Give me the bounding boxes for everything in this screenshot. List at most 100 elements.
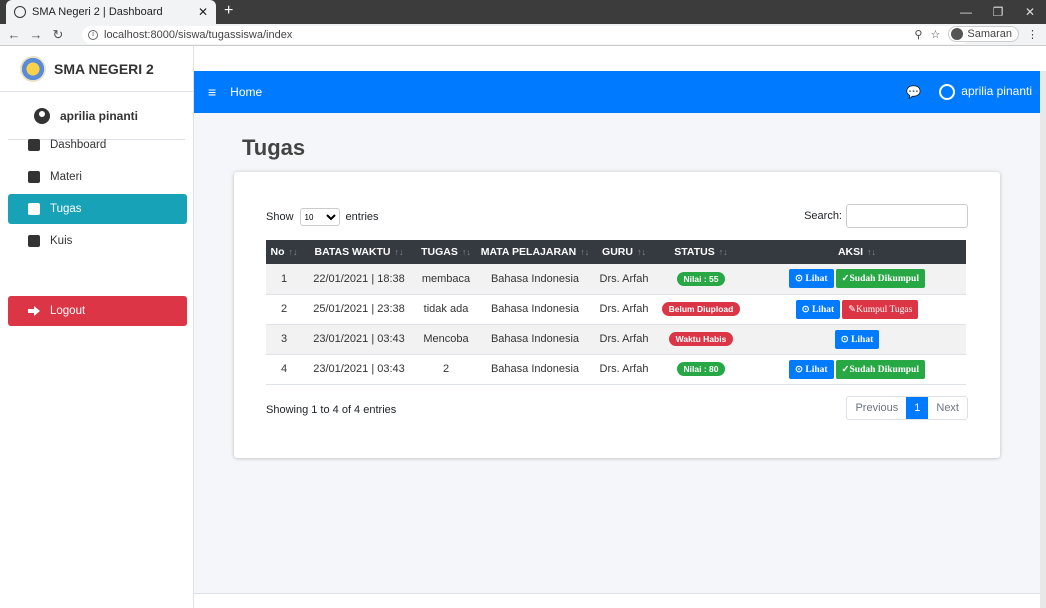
zoom-icon[interactable]: ⚲ — [914, 28, 922, 41]
sidebar-item-materi[interactable]: Materi — [8, 162, 187, 192]
sidebar-nav: Dashboard Materi Tugas Kuis — [8, 130, 187, 258]
chat-icon[interactable]: 💬 — [906, 85, 921, 99]
cell-no: 4 — [266, 354, 302, 385]
search-label: Search: — [804, 210, 842, 222]
search-input[interactable] — [846, 204, 968, 228]
brand[interactable]: SMA NEGERI 2 — [0, 46, 193, 92]
back-icon[interactable]: ← — [6, 27, 22, 42]
sidebar-item-label: Tugas — [50, 203, 82, 215]
star-icon[interactable]: ☆ — [930, 28, 940, 41]
sort-icon: ↑↓ — [867, 247, 877, 257]
lihat-button[interactable]: ⊙ Lihat — [795, 299, 841, 319]
next-button[interactable]: Next — [928, 397, 967, 419]
sort-icon: ↑↓ — [580, 247, 590, 257]
profile-button[interactable]: Samaran — [948, 26, 1019, 42]
main-content: Tugas Show 10 entries Search: No ↑↓ BATAS… — [194, 113, 1046, 593]
header-aksi[interactable]: AKSI ↑↓ — [748, 240, 966, 264]
new-tab-icon[interactable]: + — [224, 2, 233, 20]
logout-button[interactable]: Logout — [8, 296, 187, 326]
cell-guru: Drs. Arfah — [594, 264, 654, 295]
sidebar-item-dashboard[interactable]: Dashboard — [8, 130, 187, 160]
table-row: 1 22/01/2021 | 18:38 membaca Bahasa Indo… — [266, 264, 966, 295]
brand-text: SMA NEGERI 2 — [54, 60, 154, 77]
sort-asc-icon: ↑↓ — [288, 247, 298, 257]
sudah-dikumpul-button[interactable]: ✓Sudah Dikumpul — [835, 359, 925, 379]
book-icon — [28, 203, 40, 215]
lihat-button[interactable]: ⊙ Lihat — [789, 269, 834, 289]
cell-no: 1 — [266, 264, 302, 295]
table-row: 4 23/01/2021 | 03:43 2 Bahasa Indonesia … — [266, 354, 966, 385]
cell-mata-pelajaran: Bahasa Indonesia — [476, 294, 594, 325]
cell-batas-waktu: 23/01/2021 | 03:43 — [302, 324, 416, 355]
cell-tugas: Mencoba — [416, 324, 476, 355]
url-field[interactable]: i localhost:8000/siswa/tugassiswa/index — [82, 26, 970, 44]
cell-tugas: membaca — [416, 264, 476, 295]
sudah-dikumpul-button[interactable]: ✓Sudah Dikumpul — [835, 269, 925, 289]
header-guru[interactable]: GURU ↑↓ — [594, 240, 654, 264]
sidebar-item-label: Materi — [50, 171, 82, 183]
cell-aksi: ⊙ Lihat ✎Kumpul Tugas — [748, 294, 966, 325]
entries-label: entries — [345, 211, 379, 223]
tasks-card: Show 10 entries Search: No ↑↓ BATAS WAKTU… — [234, 172, 1000, 458]
cell-status: Waktu Habis — [654, 324, 748, 355]
forward-icon[interactable]: → — [28, 27, 44, 42]
table-info: Showing 1 to 4 of 4 entries — [266, 404, 397, 416]
tab-title: SMA Negeri 2 | Dashboard — [32, 6, 163, 18]
cell-tugas: tidak ada — [416, 294, 476, 325]
close-window-icon[interactable]: ✕ — [1014, 0, 1046, 24]
show-label: Show — [266, 211, 294, 223]
tasks-table: No ↑↓ BATAS WAKTU ↑↓ TUGAS ↑↓ MATA PELAJARA… — [266, 240, 966, 385]
page-1-button[interactable]: 1 — [906, 397, 929, 419]
info-icon[interactable]: i — [88, 30, 98, 40]
reload-icon[interactable]: ↻ — [50, 27, 66, 43]
header-batas-waktu[interactable]: BATAS WAKTU ↑↓ — [302, 240, 416, 264]
previous-button[interactable]: Previous — [847, 397, 906, 419]
restore-icon[interactable]: ❐ — [982, 0, 1014, 24]
cell-batas-waktu: 22/01/2021 | 18:38 — [302, 264, 416, 295]
school-logo-icon — [20, 55, 46, 82]
sidebar-item-label: Dashboard — [50, 139, 107, 151]
header-tugas[interactable]: TUGAS ↑↓ — [416, 240, 476, 264]
scrollbar[interactable] — [1040, 71, 1046, 608]
menu-icon[interactable]: ⋮ — [1027, 28, 1038, 41]
incognito-icon — [951, 28, 964, 40]
minimize-icon[interactable]: — — [950, 0, 982, 24]
browser-tab[interactable]: SMA Negeri 2 | Dashboard ✕ — [6, 0, 216, 24]
entries-select[interactable]: 10 — [299, 208, 340, 226]
sidebar-user-name: aprilia pinanti — [60, 108, 139, 123]
header-no[interactable]: No ↑↓ — [266, 240, 302, 264]
lihat-button[interactable]: ⊙ Lihat — [834, 329, 880, 349]
url-text: localhost:8000/siswa/tugassiswa/index — [104, 29, 293, 41]
cell-mata-pelajaran: Bahasa Indonesia — [476, 354, 594, 385]
cell-status: Nilai : 55 — [654, 264, 748, 295]
cell-guru: Drs. Arfah — [594, 324, 654, 355]
home-link[interactable]: Home — [230, 85, 262, 99]
cell-mata-pelajaran: Bahasa Indonesia — [476, 264, 594, 295]
lihat-button[interactable]: ⊙ Lihat — [789, 359, 834, 379]
header-status[interactable]: STATUS ↑↓ — [654, 240, 748, 264]
user-avatar-icon — [34, 107, 50, 124]
sort-icon: ↑↓ — [394, 247, 404, 257]
close-tab-icon[interactable]: ✕ — [198, 5, 208, 19]
header-mata-pelajaran[interactable]: MATA PELAJARAN ↑↓ — [476, 240, 594, 264]
cell-mata-pelajaran: Bahasa Indonesia — [476, 324, 594, 355]
sidebar-item-kuis[interactable]: Kuis — [8, 226, 187, 256]
cell-status: Nilai : 80 — [654, 354, 748, 385]
cell-aksi: ⊙ Lihat — [748, 324, 966, 355]
status-badge: Belum Diupload — [661, 302, 741, 316]
cell-guru: Drs. Arfah — [594, 294, 654, 325]
address-bar: ← → ↻ i localhost:8000/siswa/tugassiswa/… — [0, 24, 1046, 46]
cell-no: 3 — [266, 324, 302, 355]
cell-aksi: ⊙ Lihat ✓Sudah Dikumpul — [748, 354, 966, 385]
top-navbar: ≡ Home 💬 aprilia pinanti — [194, 71, 1046, 113]
cell-batas-waktu: 23/01/2021 | 03:43 — [302, 354, 416, 385]
cell-batas-waktu: 25/01/2021 | 23:38 — [302, 294, 416, 325]
hamburger-menu-icon[interactable]: ≡ — [208, 84, 216, 100]
sort-icon: ↑↓ — [461, 247, 471, 257]
navbar-user[interactable]: aprilia pinanti — [939, 84, 1032, 100]
user-circle-icon — [939, 84, 956, 100]
browser-titlebar: SMA Negeri 2 | Dashboard ✕ + — ❐ ✕ — [0, 0, 1046, 24]
cell-guru: Drs. Arfah — [594, 354, 654, 385]
sidebar-item-tugas[interactable]: Tugas — [8, 194, 187, 224]
kumpul-tugas-button[interactable]: ✎Kumpul Tugas — [842, 299, 919, 319]
